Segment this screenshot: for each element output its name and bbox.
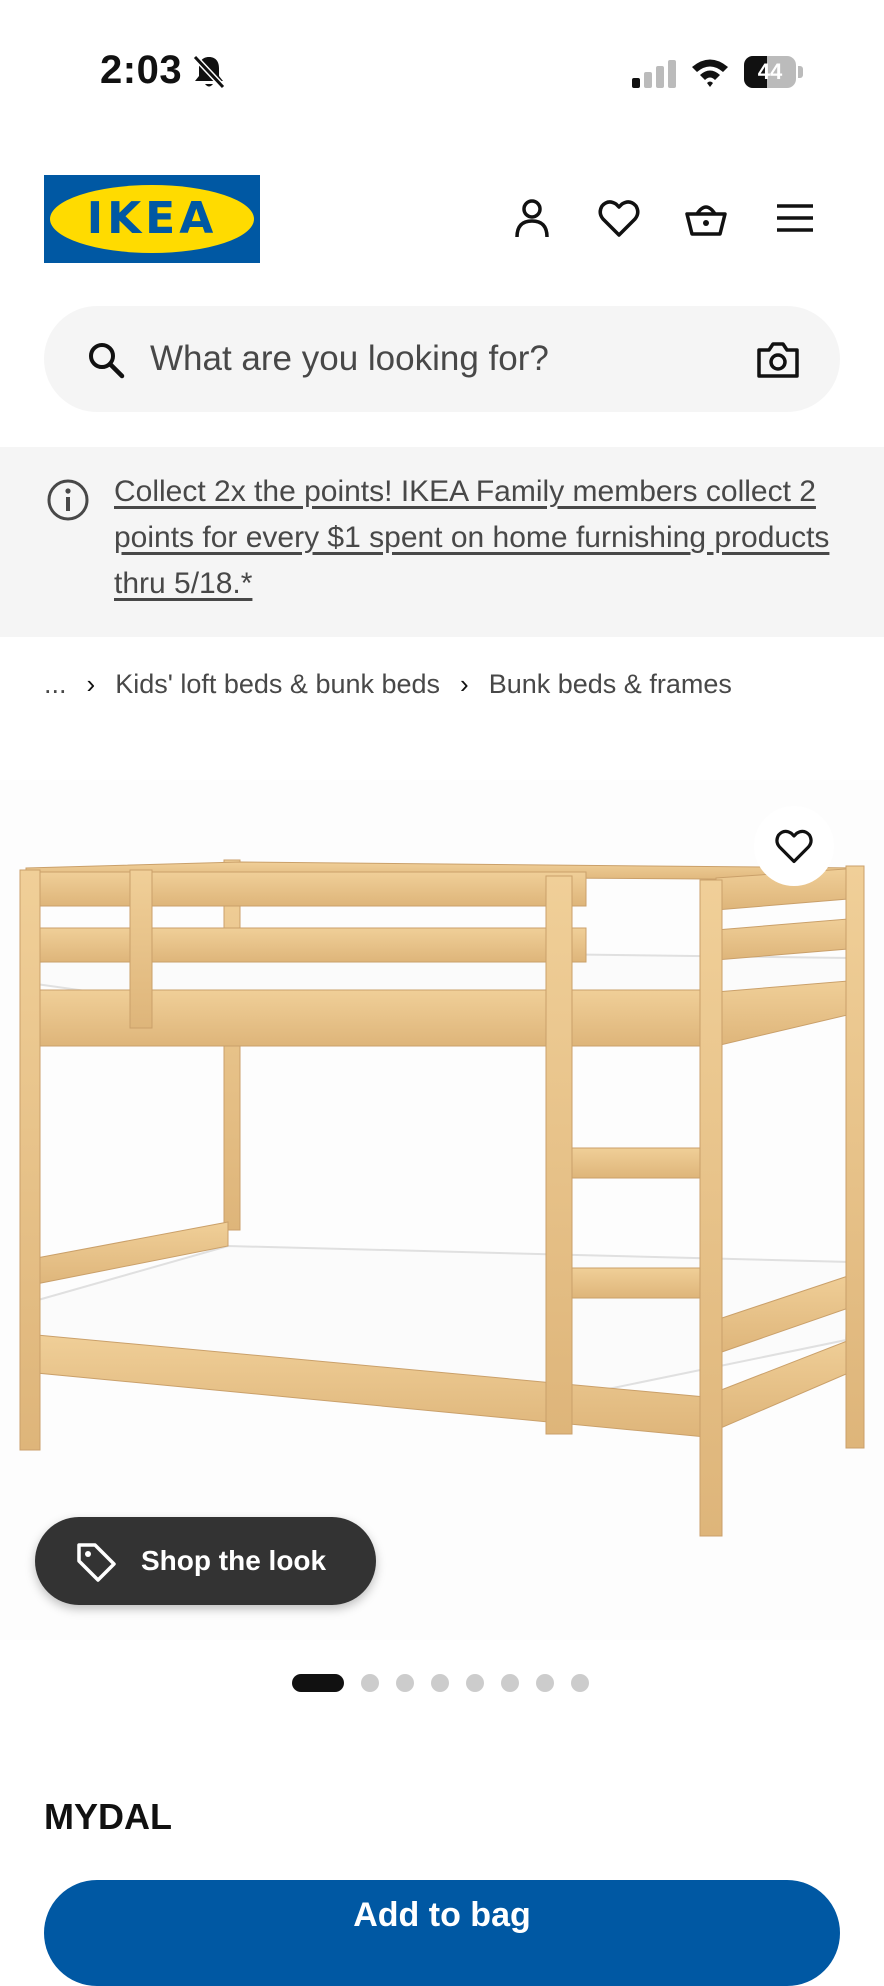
breadcrumb-item-kids-beds[interactable]: Kids' loft beds & bunk beds bbox=[115, 669, 440, 700]
ikea-logo[interactable]: IKEA bbox=[44, 175, 260, 263]
save-favorite-button[interactable] bbox=[754, 806, 834, 886]
shop-the-look-label: Shop the look bbox=[141, 1545, 327, 1576]
promo-link[interactable]: Collect 2x the points! IKEA Family membe… bbox=[114, 469, 854, 607]
battery-percent: 44 bbox=[757, 59, 783, 84]
pagination-dot[interactable] bbox=[466, 1674, 484, 1692]
person-icon bbox=[515, 199, 549, 238]
battery-icon: 44 bbox=[744, 56, 804, 88]
add-to-bag-label: Add to bag bbox=[353, 1896, 531, 1934]
breadcrumb-ellipsis[interactable]: ... bbox=[44, 669, 67, 700]
favorites-button[interactable] bbox=[597, 196, 641, 240]
menu-icon bbox=[777, 204, 813, 232]
cell-signal-icon bbox=[632, 60, 676, 88]
heart-icon bbox=[775, 829, 813, 864]
add-to-bag-button[interactable]: Add to bag bbox=[44, 1880, 840, 1986]
pagination-dot[interactable] bbox=[396, 1674, 414, 1692]
breadcrumb: ... › Kids' loft beds & bunk beds › Bunk… bbox=[44, 664, 732, 704]
pagination-dot[interactable] bbox=[536, 1674, 554, 1692]
wifi-icon bbox=[692, 59, 728, 87]
breadcrumb-item-bunk-beds[interactable]: Bunk beds & frames bbox=[489, 669, 732, 700]
search-bar[interactable] bbox=[44, 306, 840, 412]
search-input[interactable] bbox=[150, 328, 730, 390]
pagination-dot[interactable] bbox=[361, 1674, 379, 1692]
search-icon bbox=[89, 343, 125, 379]
promo-banner: Collect 2x the points! IKEA Family membe… bbox=[0, 447, 884, 637]
account-button[interactable] bbox=[510, 196, 554, 240]
camera-icon[interactable] bbox=[756, 340, 800, 380]
pagination-dot[interactable] bbox=[501, 1674, 519, 1692]
basket-icon bbox=[685, 205, 727, 236]
info-icon bbox=[47, 479, 89, 521]
basket-button[interactable] bbox=[684, 196, 728, 240]
pagination-dot[interactable] bbox=[292, 1674, 344, 1692]
product-image[interactable] bbox=[0, 780, 884, 1640]
shop-the-look-button[interactable]: Shop the look bbox=[35, 1517, 376, 1605]
status-bar: 2:03 44 bbox=[0, 0, 884, 140]
logo-text: IKEA bbox=[86, 193, 218, 244]
pagination-dot[interactable] bbox=[431, 1674, 449, 1692]
bell-muted-icon bbox=[192, 54, 226, 90]
chevron-right-icon: › bbox=[460, 668, 469, 699]
status-time: 2:03 bbox=[100, 48, 183, 92]
menu-button[interactable] bbox=[773, 196, 817, 240]
tag-icon bbox=[77, 1543, 116, 1582]
image-pagination bbox=[292, 1674, 589, 1692]
chevron-right-icon: › bbox=[86, 668, 96, 699]
product-title: MYDAL bbox=[44, 1796, 172, 1837]
heart-icon bbox=[598, 200, 640, 237]
bunk-bed-illustration bbox=[19, 859, 865, 1537]
pagination-dot[interactable] bbox=[571, 1674, 589, 1692]
